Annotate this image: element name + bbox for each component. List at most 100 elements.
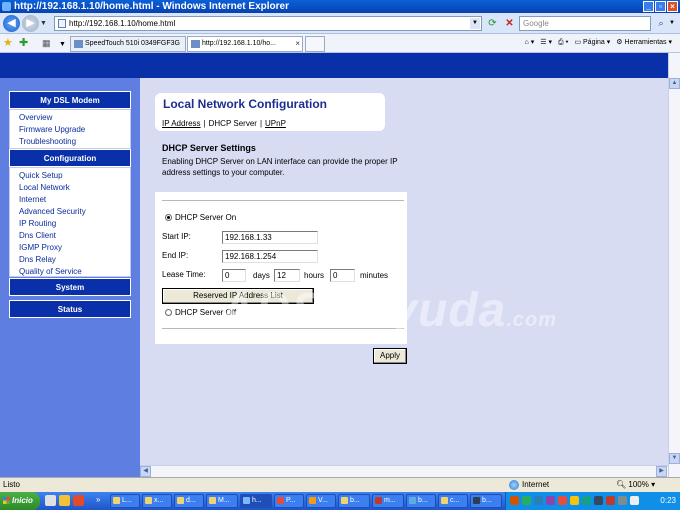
quicklaunch-folder-icon[interactable] [59, 495, 70, 506]
sidebar-item-advanced-security[interactable]: Advanced Security [10, 206, 130, 218]
sidebar-item-quick-setup[interactable]: Quick Setup [10, 170, 130, 182]
volume-icon[interactable] [630, 496, 639, 505]
taskbar-item[interactable]: b... [338, 494, 370, 508]
address-input[interactable]: http://192.168.1.10/home.html ▼ [54, 16, 482, 31]
tools-menu[interactable]: ⚙ Herramientas ▾ [616, 37, 672, 49]
quicklaunch-more-icon[interactable]: » [96, 495, 100, 504]
minimize-button[interactable]: _ [643, 1, 654, 12]
scroll-left-icon[interactable]: ◀ [140, 466, 151, 477]
tray-app-icon[interactable] [594, 496, 603, 505]
taskbar-item[interactable]: L... [110, 494, 140, 508]
taskbar-item[interactable]: b... [406, 494, 436, 508]
forward-button[interactable]: ▶ [22, 15, 39, 32]
tab-dhcp-server[interactable]: DHCP Server [209, 119, 257, 128]
dhcp-on-radio[interactable] [165, 214, 172, 221]
taskbar-item[interactable]: m... [372, 494, 404, 508]
feeds-icon[interactable]: ☰ ▾ [540, 37, 552, 49]
tab-separator: | [259, 119, 263, 128]
sidebar-header-my-dsl-modem[interactable]: My DSL Modem [9, 91, 131, 109]
home-icon[interactable]: ⌂ ▾ [525, 37, 535, 49]
address-dropdown-icon[interactable]: ▼ [470, 18, 480, 29]
tray-app-icon[interactable] [582, 496, 591, 505]
tray-app-icon[interactable] [618, 496, 627, 505]
tab-upnp[interactable]: UPnP [265, 119, 286, 128]
tab-list-icon[interactable]: ▼ [59, 39, 66, 51]
status-bar: Listo Internet 🔍︎ 100% ▾ [0, 477, 680, 492]
folder-icon [113, 497, 120, 504]
close-button[interactable]: × [667, 1, 678, 12]
scroll-right-icon[interactable]: ▶ [656, 466, 667, 477]
taskbar-item[interactable]: M... [206, 494, 238, 508]
tray-app-icon[interactable] [534, 496, 543, 505]
task-label: b... [482, 497, 492, 504]
ie-icon [243, 497, 250, 504]
favorites-star-icon[interactable]: ★ [3, 37, 13, 49]
maximize-button[interactable]: ▫ [655, 1, 666, 12]
security-zone[interactable]: Internet [506, 478, 549, 492]
search-icon[interactable]: ⌕ [654, 16, 668, 31]
task-label: c... [450, 497, 460, 504]
lease-days-input[interactable] [222, 269, 246, 282]
sidebar-item-dns-relay[interactable]: Dns Relay [10, 254, 130, 266]
sidebar-item-internet[interactable]: Internet [10, 194, 130, 206]
add-favorite-icon[interactable]: ✚ [19, 37, 28, 49]
taskbar-item-active[interactable]: h... [240, 494, 272, 508]
lease-minutes-input[interactable] [330, 269, 355, 282]
tray-app-icon[interactable] [546, 496, 555, 505]
search-options-icon[interactable]: ▼ [669, 20, 675, 26]
sidebar-item-firmware-upgrade[interactable]: Firmware Upgrade [10, 124, 130, 136]
page-menu[interactable]: ▭ Página ▾ [574, 37, 610, 49]
vertical-scrollbar[interactable]: ▲ ▼ [668, 53, 680, 477]
tab-home[interactable]: http://192.168.1.10/ho... × [187, 36, 303, 52]
apply-button[interactable]: Apply [373, 348, 407, 364]
taskbar-item[interactable]: d... [174, 494, 204, 508]
lease-hours-input[interactable] [274, 269, 300, 282]
sidebar-item-igmp-proxy[interactable]: IGMP Proxy [10, 242, 130, 254]
sidebar-item-quality-of-service[interactable]: Quality of Service [10, 266, 130, 278]
zoom-control[interactable]: 🔍︎ 100% ▾ [616, 478, 655, 492]
print-icon[interactable]: ⎙ ▾ [558, 37, 569, 49]
sidebar-item-dns-client[interactable]: Dns Client [10, 230, 130, 242]
quick-tabs-icon[interactable]: ▦ [42, 37, 51, 49]
new-tab-button[interactable] [305, 36, 325, 52]
close-tab-icon[interactable]: × [295, 37, 300, 51]
taskbar-item[interactable]: c... [438, 494, 468, 508]
stop-icon[interactable]: ✕ [503, 16, 516, 31]
refresh-icon[interactable]: ⟳ [486, 16, 499, 31]
taskbar-item[interactable]: P... [274, 494, 304, 508]
sidebar-group-configuration: Quick Setup Local Network Internet Advan… [9, 167, 131, 277]
sidebar-header-system[interactable]: System [9, 278, 131, 296]
horizontal-scrollbar[interactable]: ◀ ▶ [140, 465, 668, 477]
taskbar-item[interactable]: V... [306, 494, 336, 508]
tab-label: http://192.168.1.10/ho... [202, 40, 276, 47]
taskbar-item[interactable]: x... [142, 494, 172, 508]
zoom-icon: 🔍︎ [616, 480, 629, 489]
search-input[interactable]: Google [519, 16, 651, 31]
sidebar-item-troubleshooting[interactable]: Troubleshooting [10, 136, 130, 148]
scroll-down-icon[interactable]: ▼ [669, 453, 680, 464]
quicklaunch-app-icon[interactable] [73, 495, 84, 506]
start-ip-input[interactable] [222, 231, 318, 244]
dhcp-on-radio-row[interactable]: DHCP Server On [165, 213, 236, 223]
sidebar-item-overview[interactable]: Overview [10, 112, 130, 124]
sidebar-item-local-network[interactable]: Local Network [10, 182, 130, 194]
dhcp-off-radio[interactable] [165, 309, 172, 316]
quicklaunch-desktop-icon[interactable] [45, 495, 56, 506]
scroll-up-icon[interactable]: ▲ [669, 78, 680, 89]
tray-app-icon[interactable] [522, 496, 531, 505]
start-button[interactable]: Inicio [0, 492, 40, 510]
tab-ip-address[interactable]: IP Address [162, 119, 201, 128]
taskbar-item[interactable]: b... [470, 494, 502, 508]
end-ip-input[interactable] [222, 250, 318, 263]
sidebar-header-configuration[interactable]: Configuration [9, 149, 131, 167]
sidebar-header-status[interactable]: Status [9, 300, 131, 318]
tray-app-icon[interactable] [606, 496, 615, 505]
task-label: b... [350, 497, 360, 504]
tray-app-icon[interactable] [510, 496, 519, 505]
tray-app-icon[interactable] [570, 496, 579, 505]
back-button[interactable]: ◀ [3, 15, 20, 32]
tray-app-icon[interactable] [558, 496, 567, 505]
tab-speedtouch[interactable]: SpeedTouch 510i 0349FGF3G [70, 36, 186, 52]
history-dropdown-icon[interactable]: ▼ [40, 20, 47, 27]
sidebar-item-ip-routing[interactable]: IP Routing [10, 218, 130, 230]
